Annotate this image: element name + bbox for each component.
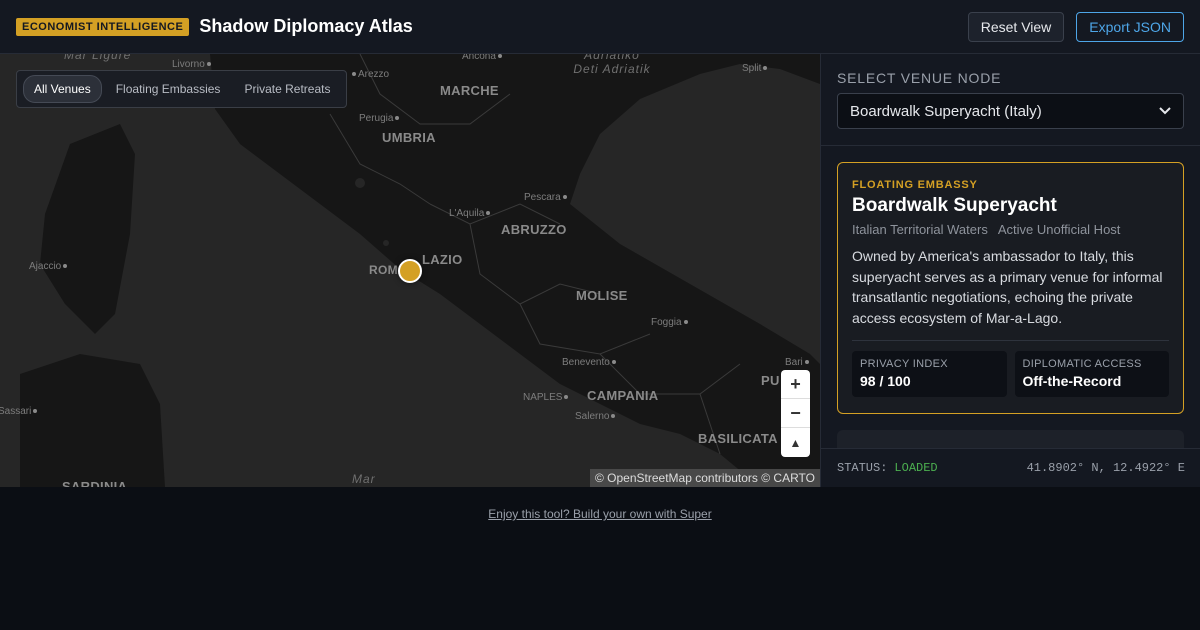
venue-description: Owned by America's ambassador to Italy, …: [852, 246, 1169, 341]
venue-select-dropdown[interactable]: Boardwalk Superyacht (Italy): [837, 93, 1184, 129]
zoom-out-button[interactable]: −: [781, 399, 810, 428]
select-venue-label: Select Venue Node: [837, 70, 1002, 86]
chevron-down-icon: [1159, 107, 1171, 115]
lake-trasimeno: [355, 178, 365, 188]
compass-reset-button[interactable]: ▲: [781, 428, 810, 457]
map-label-sardinia: SARDINIA: [62, 479, 128, 487]
zoom-control: + − ▲: [781, 370, 810, 457]
build-your-own-link[interactable]: Enjoy this tool? Build your own with Sup…: [0, 507, 1200, 521]
map-label-puglia: PU: [761, 373, 780, 388]
venue-status: Active Unofficial Host: [997, 222, 1121, 237]
map-label-ancona: Ancona: [462, 54, 502, 62]
venue-title: Boardwalk Superyacht: [852, 195, 1057, 216]
app-header: ECONOMIST INTELLIGENCE Shadow Diplomacy …: [0, 0, 1200, 54]
map-label-laquila: L'Aquila: [449, 208, 490, 219]
venue-panel: Select Venue Node Boardwalk Superyacht (…: [820, 54, 1200, 487]
venue-selector-section: Select Venue Node Boardwalk Superyacht (…: [821, 54, 1200, 146]
map-label-salerno: Salerno: [575, 411, 615, 422]
map-label-bari: Bari: [785, 357, 809, 368]
map-label-naples: NAPLES: [523, 392, 568, 403]
map-attribution: © OpenStreetMap contributors © CARTO: [590, 469, 820, 487]
reset-view-button[interactable]: Reset View: [967, 11, 1065, 42]
map-label-pescara: Pescara: [524, 192, 567, 203]
export-json-button[interactable]: Export JSON: [1076, 11, 1184, 42]
map-label-adriatic: Adriatiko Deti Adriatik: [573, 54, 651, 76]
map-label-mar: Mar: [352, 472, 376, 486]
map-label-umbria: UMBRIA: [382, 130, 436, 145]
coordinates-readout: 41.8902° N, 12.4922° E: [1026, 461, 1185, 475]
map-label-arezzo: Arezzo: [352, 69, 389, 80]
header-actions: Reset View Export JSON: [967, 11, 1184, 42]
filter-private-retreats[interactable]: Private Retreats: [234, 76, 340, 102]
venue-marker-boardwalk[interactable]: [398, 259, 422, 283]
venue-meta: Italian Territorial Waters Active Unoffi…: [852, 222, 1169, 237]
venue-filter-bar: All Venues Floating Embassies Private Re…: [16, 70, 348, 108]
stat-diplomatic-access: DIPLOMATIC ACCESS Off-the-Record: [1014, 351, 1169, 397]
stat-value: 98 / 100: [860, 373, 911, 389]
map-label-campania: CAMPANIA: [587, 388, 659, 403]
page-footer: Enjoy this tool? Build your own with Sup…: [0, 487, 1200, 630]
stat-value: Off-the-Record: [1022, 373, 1122, 389]
venue-detail-card: FLOATING EMBASSY Boardwalk Superyacht It…: [837, 162, 1184, 414]
map-label-perugia: Perugia: [359, 113, 399, 124]
zoom-in-button[interactable]: +: [781, 370, 810, 399]
status-bar: STATUS: LOADED 41.8902° N, 12.4922° E: [821, 448, 1200, 487]
map-label-molise: MOLISE: [576, 288, 628, 303]
status-label: STATUS:: [837, 461, 888, 475]
map-label-marche: MARCHE: [440, 83, 499, 98]
map-label-foggia: Foggia: [651, 317, 688, 328]
map-label-livorno: Livorno: [172, 59, 211, 70]
status-value: LOADED: [894, 461, 938, 475]
stat-label: DIPLOMATIC ACCESS: [1022, 358, 1142, 370]
map-label-basilicata: BASILICATA: [698, 431, 778, 446]
venue-select-value: Boardwalk Superyacht (Italy): [850, 102, 1042, 120]
app-title: Shadow Diplomacy Atlas: [199, 16, 413, 36]
filter-floating-embassies[interactable]: Floating Embassies: [106, 76, 231, 102]
brand-badge: ECONOMIST INTELLIGENCE: [16, 17, 190, 36]
venue-type: FLOATING EMBASSY: [852, 179, 978, 191]
map-label-ligure: Mar Ligure: [64, 54, 132, 62]
stat-label: PRIVACY INDEX: [860, 358, 948, 370]
venue-stats: PRIVACY INDEX 98 / 100 DIPLOMATIC ACCESS…: [852, 351, 1169, 397]
map-view[interactable]: Mar Ligure Livorno Arezzo Ancona Adriati…: [0, 54, 820, 487]
map-label-ajaccio: Ajaccio: [29, 261, 67, 272]
map-label-split: Split: [742, 63, 767, 74]
sardinia-landmass: [20, 354, 165, 487]
map-label-abruzzo: ABRUZZO: [501, 222, 567, 237]
compass-icon: ▲: [789, 435, 802, 450]
filter-all-venues[interactable]: All Venues: [23, 75, 102, 103]
lake-bolsena: [383, 240, 389, 246]
map-label-benevento: Benevento: [562, 357, 616, 368]
stat-privacy-index: PRIVACY INDEX 98 / 100: [852, 351, 1007, 397]
venue-location: Italian Territorial Waters: [852, 222, 988, 237]
map-label-sassari: Sassari: [0, 406, 37, 417]
map-label-lazio: LAZIO: [422, 252, 463, 267]
